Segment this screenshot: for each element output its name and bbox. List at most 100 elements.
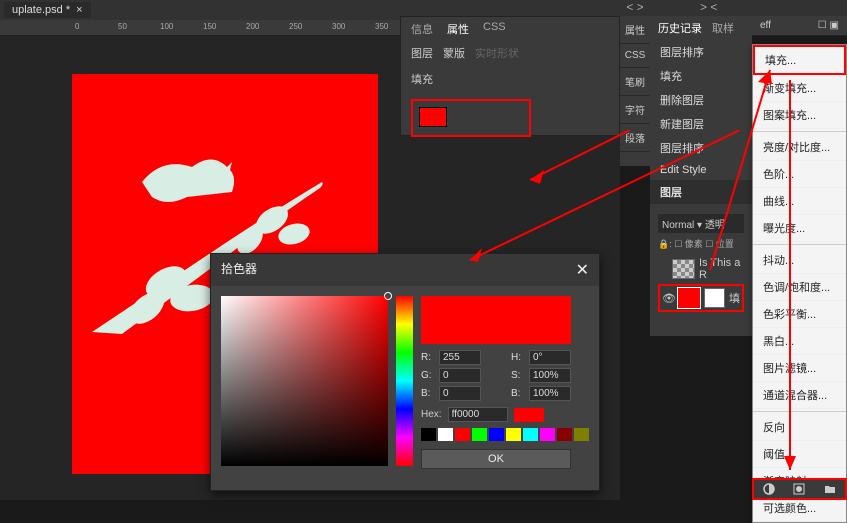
layer-row-selected[interactable]: 👁 填 [658, 284, 744, 312]
strip-brush[interactable]: 笔刷 [620, 68, 650, 96]
properties-subtabs: 图层 蒙版 实时形状 [401, 41, 619, 65]
close-icon[interactable]: ✕ [576, 260, 589, 280]
view-icons[interactable]: ☐ ▣ [818, 20, 839, 31]
hex-input[interactable] [448, 407, 508, 422]
strip-character[interactable]: 字符 [620, 96, 650, 124]
visibility-icon[interactable]: 👁 [662, 292, 674, 305]
layer-row[interactable]: Is This a R [658, 254, 744, 284]
menu-photo-filter[interactable]: 图片滤镜... [753, 355, 846, 382]
ruler-tick: 300 [332, 22, 345, 31]
menu-levels[interactable]: 色阶... [753, 161, 846, 188]
tab-sample[interactable]: 取样 [712, 20, 734, 36]
r-label: R: [421, 352, 435, 363]
menu-brightness[interactable]: 亮度/对比度... [753, 134, 846, 161]
document-tab-label: uplate.psd * [12, 4, 70, 16]
history-item[interactable]: 新建图层 [650, 112, 752, 136]
saturation-brightness-field[interactable] [221, 296, 388, 466]
opacity-label: 透明 [705, 220, 725, 231]
layer-name: 填 [729, 290, 740, 306]
panel-collapse-icon[interactable]: > < [700, 0, 717, 14]
swatch[interactable] [421, 428, 436, 441]
picker-values: R: H: G: S: B: B: Hex: [421, 296, 589, 469]
color-picker-dialog: 拾色器 ✕ R: H: G: S: B: B: Hex: [210, 253, 600, 491]
picker-title-label: 拾色器 [221, 260, 257, 280]
strip-paragraph[interactable]: 段落 [620, 124, 650, 152]
strip-attributes[interactable]: 属性 [620, 16, 650, 44]
h-label: H: [511, 352, 525, 363]
panel-strip: 属性 CSS 笔刷 字符 段落 [620, 16, 650, 166]
picker-titlebar[interactable]: 拾色器 ✕ [211, 254, 599, 286]
swatch[interactable] [438, 428, 453, 441]
ok-button[interactable]: OK [421, 449, 571, 469]
panel-collapse-icon[interactable]: < > [620, 0, 650, 14]
strip-css[interactable]: CSS [620, 44, 650, 68]
layer-thumbnail[interactable] [672, 259, 695, 279]
menu-black-white[interactable]: 黑白... [753, 328, 846, 355]
menu-channel-mixer[interactable]: 通道混合器... [753, 382, 846, 409]
lock-row[interactable]: 🔒: ☐ 像素 ☐ 位置 [658, 237, 744, 250]
document-tab[interactable]: uplate.psd * × [4, 2, 91, 18]
hue-slider[interactable] [396, 296, 413, 466]
close-icon[interactable]: × [76, 4, 82, 16]
history-item[interactable]: 图层排序 [650, 40, 752, 64]
ruler-tick: 350 [375, 22, 388, 31]
menu-exposure[interactable]: 曝光度... [753, 215, 846, 242]
fill-swatch-container [411, 99, 531, 137]
tab-history[interactable]: 历史记录 [658, 20, 702, 36]
menu-threshold[interactable]: 阈值... [753, 441, 846, 468]
ruler-tick: 50 [118, 22, 127, 31]
menu-vibrance[interactable]: 抖动... [753, 247, 846, 274]
color-cursor[interactable] [384, 292, 392, 300]
swatch[interactable] [455, 428, 470, 441]
adjustment-layer-icon[interactable] [762, 482, 776, 496]
menu-separator [753, 131, 846, 132]
swatch[interactable] [523, 428, 538, 441]
blend-mode-dropdown[interactable]: Normal ▾ 透明 [658, 214, 744, 233]
properties-panel: 信息 属性 CSS 图层 蒙版 实时形状 填充 [400, 16, 620, 136]
tab-css[interactable]: CSS [483, 21, 506, 37]
adjustment-context-menu: 填充... 渐变填充... 图案填充... 亮度/对比度... 色阶... 曲线… [752, 44, 847, 523]
menu-invert[interactable]: 反向 [753, 414, 846, 441]
layer-mask-thumbnail[interactable] [704, 288, 725, 308]
tab-attributes[interactable]: 属性 [447, 21, 469, 37]
swatch[interactable] [540, 428, 555, 441]
fill-color-swatch[interactable] [419, 107, 447, 127]
v-input[interactable] [529, 386, 571, 401]
s-input[interactable] [529, 368, 571, 383]
layer-thumbnail[interactable] [678, 288, 700, 308]
ruler-tick: 150 [203, 22, 216, 31]
b-label: B: [421, 388, 435, 399]
subtab-layer[interactable]: 图层 [411, 45, 433, 61]
history-item[interactable]: 填充 [650, 64, 752, 88]
subtab-mask[interactable]: 蒙版 [443, 45, 465, 61]
blend-mode-label: Normal [662, 220, 694, 231]
mask-icon[interactable] [792, 482, 806, 496]
history-item[interactable]: 删除图层 [650, 88, 752, 112]
menu-curves[interactable]: 曲线... [753, 188, 846, 215]
fill-label: 填充 [401, 65, 619, 93]
history-item[interactable]: 图层排序 [650, 136, 752, 160]
menu-color-balance[interactable]: 色彩平衡... [753, 301, 846, 328]
h-input[interactable] [529, 350, 571, 365]
tab-info[interactable]: 信息 [411, 21, 433, 37]
g-input[interactable] [439, 368, 481, 383]
menu-hue-sat[interactable]: 色调/饱和度... [753, 274, 846, 301]
menu-pattern-fill[interactable]: 图案填充... [753, 102, 846, 129]
folder-icon[interactable] [823, 482, 837, 496]
subtab-liveshape[interactable]: 实时形状 [475, 45, 519, 61]
b-input[interactable] [439, 386, 481, 401]
r-input[interactable] [439, 350, 481, 365]
swatch[interactable] [506, 428, 521, 441]
swatch[interactable] [472, 428, 487, 441]
swatch[interactable] [574, 428, 589, 441]
menu-gradient-fill[interactable]: 渐变填充... [753, 75, 846, 102]
swatch[interactable] [489, 428, 504, 441]
menu-fill[interactable]: 填充... [753, 45, 846, 75]
swatch[interactable] [557, 428, 572, 441]
history-item[interactable]: Edit Style [650, 160, 752, 180]
s-label: S: [511, 370, 525, 381]
menu-separator [753, 411, 846, 412]
ruler-tick: 200 [246, 22, 259, 31]
g-label: G: [421, 370, 435, 381]
history-tabs: 历史记录 取样 [650, 16, 752, 40]
